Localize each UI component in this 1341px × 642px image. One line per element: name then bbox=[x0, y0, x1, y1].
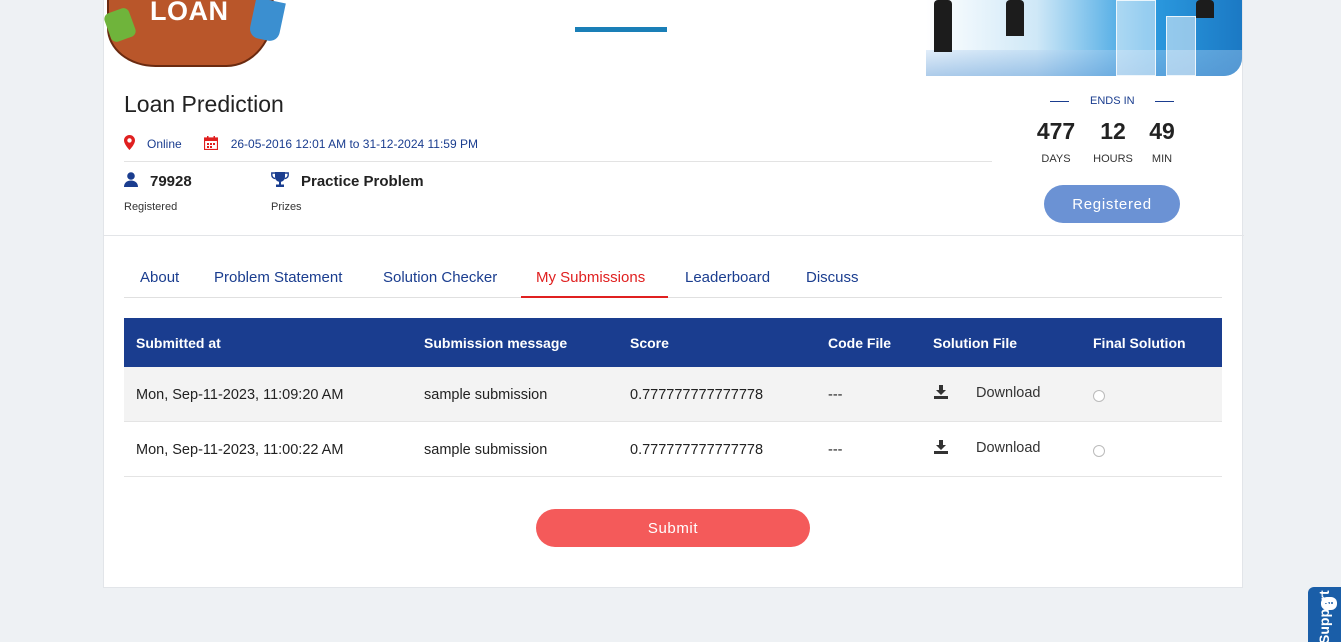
banner-logo-text: LOAN bbox=[150, 0, 229, 26]
download-icon[interactable] bbox=[934, 440, 948, 457]
download-link[interactable]: Download bbox=[976, 440, 1041, 456]
contest-tabs: About Problem Statement Solution Checker… bbox=[124, 262, 1222, 298]
divider bbox=[104, 235, 1244, 236]
tab-leaderboard[interactable]: Leaderboard bbox=[685, 269, 770, 286]
final-solution-radio[interactable] bbox=[1093, 445, 1105, 457]
countdown-hours: 12 HOURS bbox=[1093, 118, 1133, 165]
prizes-label: Prizes bbox=[271, 201, 302, 213]
column-header: Submission message bbox=[424, 335, 568, 351]
prizes-stat: Practice Problem Prizes bbox=[271, 172, 424, 213]
contest-card: LOAN Loan Prediction Online 26-05-2016 1… bbox=[103, 0, 1244, 588]
column-header: Code File bbox=[828, 335, 892, 351]
ends-in-label: ENDS IN bbox=[1050, 95, 1174, 107]
registered-label: Registered bbox=[124, 201, 178, 213]
contest-dates: 26-05-2016 12:01 AM to 31-12-2024 11:59 … bbox=[230, 137, 478, 151]
support-widget[interactable]: Support bbox=[1308, 587, 1341, 642]
registered-count: 79928 bbox=[150, 173, 192, 190]
tab-solution-checker[interactable]: Solution Checker bbox=[383, 269, 497, 286]
tab-my-submissions[interactable]: My Submissions bbox=[536, 269, 645, 286]
trophy-icon bbox=[271, 172, 289, 191]
column-header: Submitted at bbox=[136, 335, 221, 351]
tab-discuss[interactable]: Discuss bbox=[806, 269, 859, 286]
submission-message: sample submission bbox=[424, 442, 548, 458]
registered-button[interactable]: Registered bbox=[1044, 185, 1180, 223]
download-link[interactable]: Download bbox=[976, 385, 1041, 401]
score: 0.777777777777778 bbox=[630, 387, 764, 403]
tab-about[interactable]: About bbox=[140, 269, 179, 286]
submit-button[interactable]: Submit bbox=[536, 509, 810, 547]
registered-stat: 79928 Registered bbox=[124, 172, 192, 213]
support-label: Support bbox=[1316, 590, 1332, 642]
divider bbox=[124, 161, 992, 162]
prize-value: Practice Problem bbox=[301, 173, 424, 190]
table-row: Mon, Sep-11-2023, 11:00:22 AM sample sub… bbox=[124, 422, 1222, 477]
submission-message: sample submission bbox=[424, 387, 548, 403]
countdown-days: 477 DAYS bbox=[1036, 118, 1076, 165]
code-file: --- bbox=[828, 387, 843, 403]
submissions-table: Submitted at Submission message Score Co… bbox=[124, 318, 1222, 477]
contest-banner: LOAN bbox=[104, 0, 1244, 76]
user-icon bbox=[124, 172, 138, 191]
column-header: Solution File bbox=[933, 335, 1017, 351]
column-header: Final Solution bbox=[1093, 335, 1186, 351]
column-header: Score bbox=[630, 335, 669, 351]
final-solution-radio[interactable] bbox=[1093, 390, 1105, 402]
code-file: --- bbox=[828, 442, 843, 458]
banner-city-image bbox=[926, 0, 1242, 76]
page-title: Loan Prediction bbox=[124, 91, 284, 117]
map-pin-icon bbox=[124, 134, 135, 154]
active-tab-indicator bbox=[521, 296, 668, 298]
download-icon[interactable] bbox=[934, 385, 948, 402]
calendar-icon bbox=[203, 135, 218, 153]
banner-accent-bar bbox=[575, 27, 667, 32]
banner-decoration bbox=[248, 0, 286, 43]
submitted-at: Mon, Sep-11-2023, 11:00:22 AM bbox=[136, 442, 344, 458]
submitted-at: Mon, Sep-11-2023, 11:09:20 AM bbox=[136, 387, 344, 403]
countdown-minutes: 49 MIN bbox=[1149, 118, 1175, 165]
contest-meta: Online 26-05-2016 12:01 AM to 31-12-2024… bbox=[124, 134, 478, 154]
contest-location: Online bbox=[147, 137, 182, 151]
table-row: Mon, Sep-11-2023, 11:09:20 AM sample sub… bbox=[124, 367, 1222, 422]
tab-problem-statement[interactable]: Problem Statement bbox=[214, 269, 342, 286]
table-header: Submitted at Submission message Score Co… bbox=[124, 318, 1222, 367]
score: 0.777777777777778 bbox=[630, 442, 764, 458]
